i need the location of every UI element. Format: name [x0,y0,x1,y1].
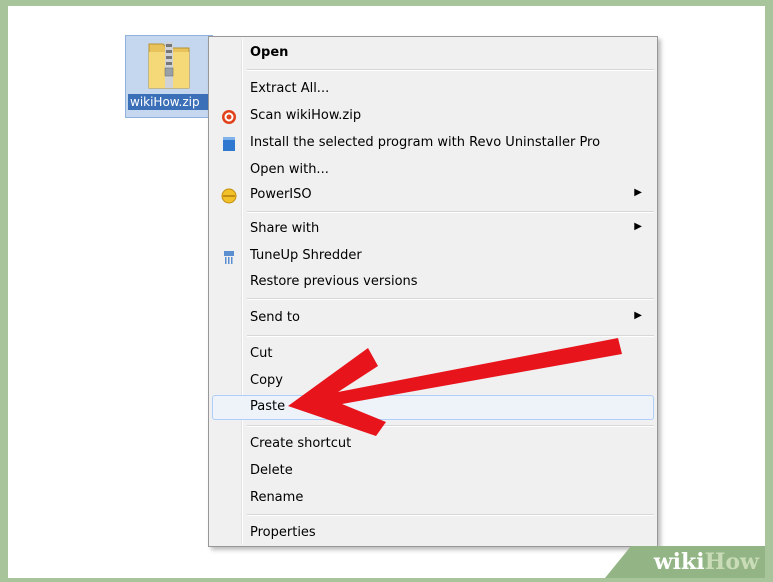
menu-separator [247,514,654,516]
menu-item-share-with[interactable]: Share with ▶ [212,217,654,242]
watermark-text: wikiHow [654,549,759,575]
menu-item-label: Install the selected program with Revo U… [250,135,601,150]
menu-separator [247,211,654,213]
revo-icon [223,137,235,151]
file-name-label: wikiHow.zip [128,94,212,110]
menu-item-copy[interactable]: Copy [212,369,654,394]
menu-item-label: Open with... [250,162,329,177]
menu-item-tuneup-shredder[interactable]: TuneUp Shredder [212,244,654,269]
menu-item-label: Delete [250,463,293,478]
menu-item-cut[interactable]: Cut [212,342,654,367]
menu-item-label: Share with [250,221,320,236]
menu-item-label: Send to [250,310,300,325]
wikihow-watermark: wikiHow [605,546,765,578]
menu-separator [247,298,654,300]
menu-item-create-shortcut[interactable]: Create shortcut [212,432,654,457]
menu-item-label: Open [250,45,289,60]
menu-separator [247,69,654,71]
menu-item-restore-previous-versions[interactable]: Restore previous versions [212,270,654,295]
menu-item-delete[interactable]: Delete [212,459,654,484]
menu-item-rename[interactable]: Rename [212,486,654,511]
scan-icon [222,110,236,124]
submenu-arrow-icon: ▶ [634,221,642,232]
menu-item-extract-all[interactable]: Extract All... [212,77,654,102]
menu-item-label: Paste [250,399,286,414]
menu-item-open-with[interactable]: Open with... [212,158,654,183]
menu-item-label: Properties [250,525,316,540]
menu-separator [247,425,654,427]
context-menu: Open Extract All... Scan wikiHow.zip Ins… [208,36,658,547]
menu-item-scan[interactable]: Scan wikiHow.zip [212,104,654,129]
menu-item-send-to[interactable]: Send to ▶ [212,306,654,331]
menu-item-label: Rename [250,490,304,505]
menu-item-label: Restore previous versions [250,274,418,289]
submenu-arrow-icon: ▶ [634,310,642,321]
menu-item-label: Copy [250,373,283,388]
menu-item-open[interactable]: Open [212,41,654,66]
poweriso-icon [221,188,237,204]
submenu-arrow-icon: ▶ [634,187,642,198]
menu-item-label: TuneUp Shredder [250,248,362,263]
shredder-icon [224,251,234,264]
menu-item-paste[interactable]: Paste [212,395,654,420]
watermark-how: How [704,549,759,575]
zip-folder-icon [148,42,190,89]
menu-separator [247,335,654,337]
menu-item-label: Cut [250,346,273,361]
watermark-wiki: wiki [653,549,705,575]
menu-item-label: PowerISO [250,187,312,202]
menu-item-label: Scan wikiHow.zip [250,108,362,123]
menu-item-label: Create shortcut [250,436,352,451]
zip-file-icon[interactable]: wikiHow.zip [125,35,213,118]
menu-item-revo-uninstaller[interactable]: Install the selected program with Revo U… [212,131,654,156]
menu-item-label: Extract All... [250,81,330,96]
menu-item-poweriso[interactable]: PowerISO ▶ [212,183,654,208]
menu-item-properties[interactable]: Properties [212,521,654,546]
